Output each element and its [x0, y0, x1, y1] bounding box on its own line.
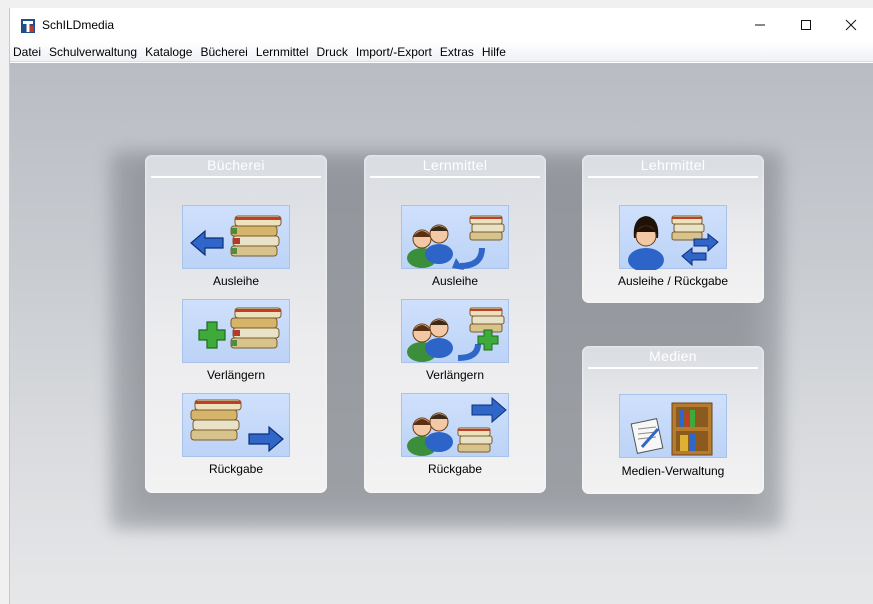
- window-title: SchILDmedia: [42, 18, 115, 32]
- lernmittel-ausleihe-label: Ausleihe: [431, 274, 479, 288]
- close-icon: [845, 19, 857, 31]
- buecherei-ausleihe-label: Ausleihe: [212, 274, 260, 288]
- menu-extras[interactable]: Extras: [436, 42, 478, 62]
- panel-title-lehrmittel: Lehrmittel: [640, 157, 706, 173]
- title-bar: SchILDmedia: [10, 8, 873, 42]
- document-shelf-icon: [630, 402, 713, 456]
- panel-separator: [588, 367, 758, 369]
- panel-title-lernmittel: Lernmittel: [422, 157, 488, 173]
- medien-verwaltung-label: Medien-Verwaltung: [621, 464, 725, 478]
- books-arrow-left-icon: [190, 215, 282, 257]
- minimize-button[interactable]: [737, 8, 783, 42]
- close-button[interactable]: [828, 8, 873, 42]
- medien-verwaltung-button[interactable]: [619, 394, 727, 458]
- app-logo-icon: [21, 19, 35, 33]
- panel-separator: [588, 176, 758, 178]
- lernmittel-rueckgabe-button[interactable]: [401, 393, 509, 457]
- menu-buecherei[interactable]: Bücherei: [196, 42, 251, 62]
- workspace: Bücherei Ausleihe Verlängern Rückgabe Le…: [10, 63, 873, 604]
- buecherei-rueckgabe-button[interactable]: [182, 393, 290, 457]
- menu-hilfe[interactable]: Hilfe: [478, 42, 510, 62]
- buecherei-ausleihe-button[interactable]: [182, 205, 290, 269]
- panel-title-buecherei: Bücherei: [207, 157, 265, 173]
- buecherei-verlaengern-button[interactable]: [182, 299, 290, 363]
- panel-separator: [151, 176, 321, 178]
- panel-buecherei: Bücherei Ausleihe Verlängern Rückgabe: [145, 155, 327, 493]
- panel-lehrmittel: Lehrmittel Ausleihe / Rückgabe: [582, 155, 764, 303]
- app-window: SchILDmedia Datei Schulverwaltung Katalo…: [9, 8, 873, 604]
- people-books-arrow-icon: [407, 396, 507, 456]
- maximize-icon: [801, 20, 811, 30]
- buecherei-verlaengern-label: Verlängern: [206, 368, 266, 382]
- teacher-books-exchange-icon: [628, 215, 719, 270]
- menu-datei[interactable]: Datei: [10, 42, 45, 62]
- buecherei-rueckgabe-label: Rückgabe: [208, 462, 264, 476]
- lernmittel-verlaengern-label: Verlängern: [425, 368, 485, 382]
- panel-title-medien: Medien: [649, 348, 697, 364]
- lehrmittel-ausleihe-rueckgabe-label: Ausleihe / Rückgabe: [617, 274, 729, 288]
- lernmittel-rueckgabe-label: Rückgabe: [427, 462, 483, 476]
- lernmittel-ausleihe-button[interactable]: [401, 205, 509, 270]
- maximize-button[interactable]: [783, 8, 829, 42]
- lernmittel-verlaengern-button[interactable]: [401, 299, 509, 363]
- books-plus-icon: [198, 307, 282, 349]
- lehrmittel-ausleihe-rueckgabe-button[interactable]: [619, 205, 727, 270]
- menu-druck[interactable]: Druck: [313, 42, 352, 62]
- panel-separator: [370, 176, 540, 178]
- menu-bar: Datei Schulverwaltung Kataloge Bücherei …: [10, 42, 873, 62]
- books-arrow-right-icon: [190, 399, 284, 453]
- panel-lernmittel: Lernmittel Ausleihe Verlängern Rückgabe: [364, 155, 546, 493]
- menu-kataloge[interactable]: Kataloge: [141, 42, 196, 62]
- minimize-icon: [755, 24, 765, 26]
- menu-schulverwaltung[interactable]: Schulverwaltung: [45, 42, 141, 62]
- menu-lernmittel[interactable]: Lernmittel: [252, 42, 313, 62]
- panel-medien: Medien Medien-Verwaltung: [582, 346, 764, 494]
- menu-import-export[interactable]: Import/-Export: [352, 42, 436, 62]
- people-books-plus-icon: [407, 307, 505, 362]
- people-books-return-icon: [407, 215, 505, 270]
